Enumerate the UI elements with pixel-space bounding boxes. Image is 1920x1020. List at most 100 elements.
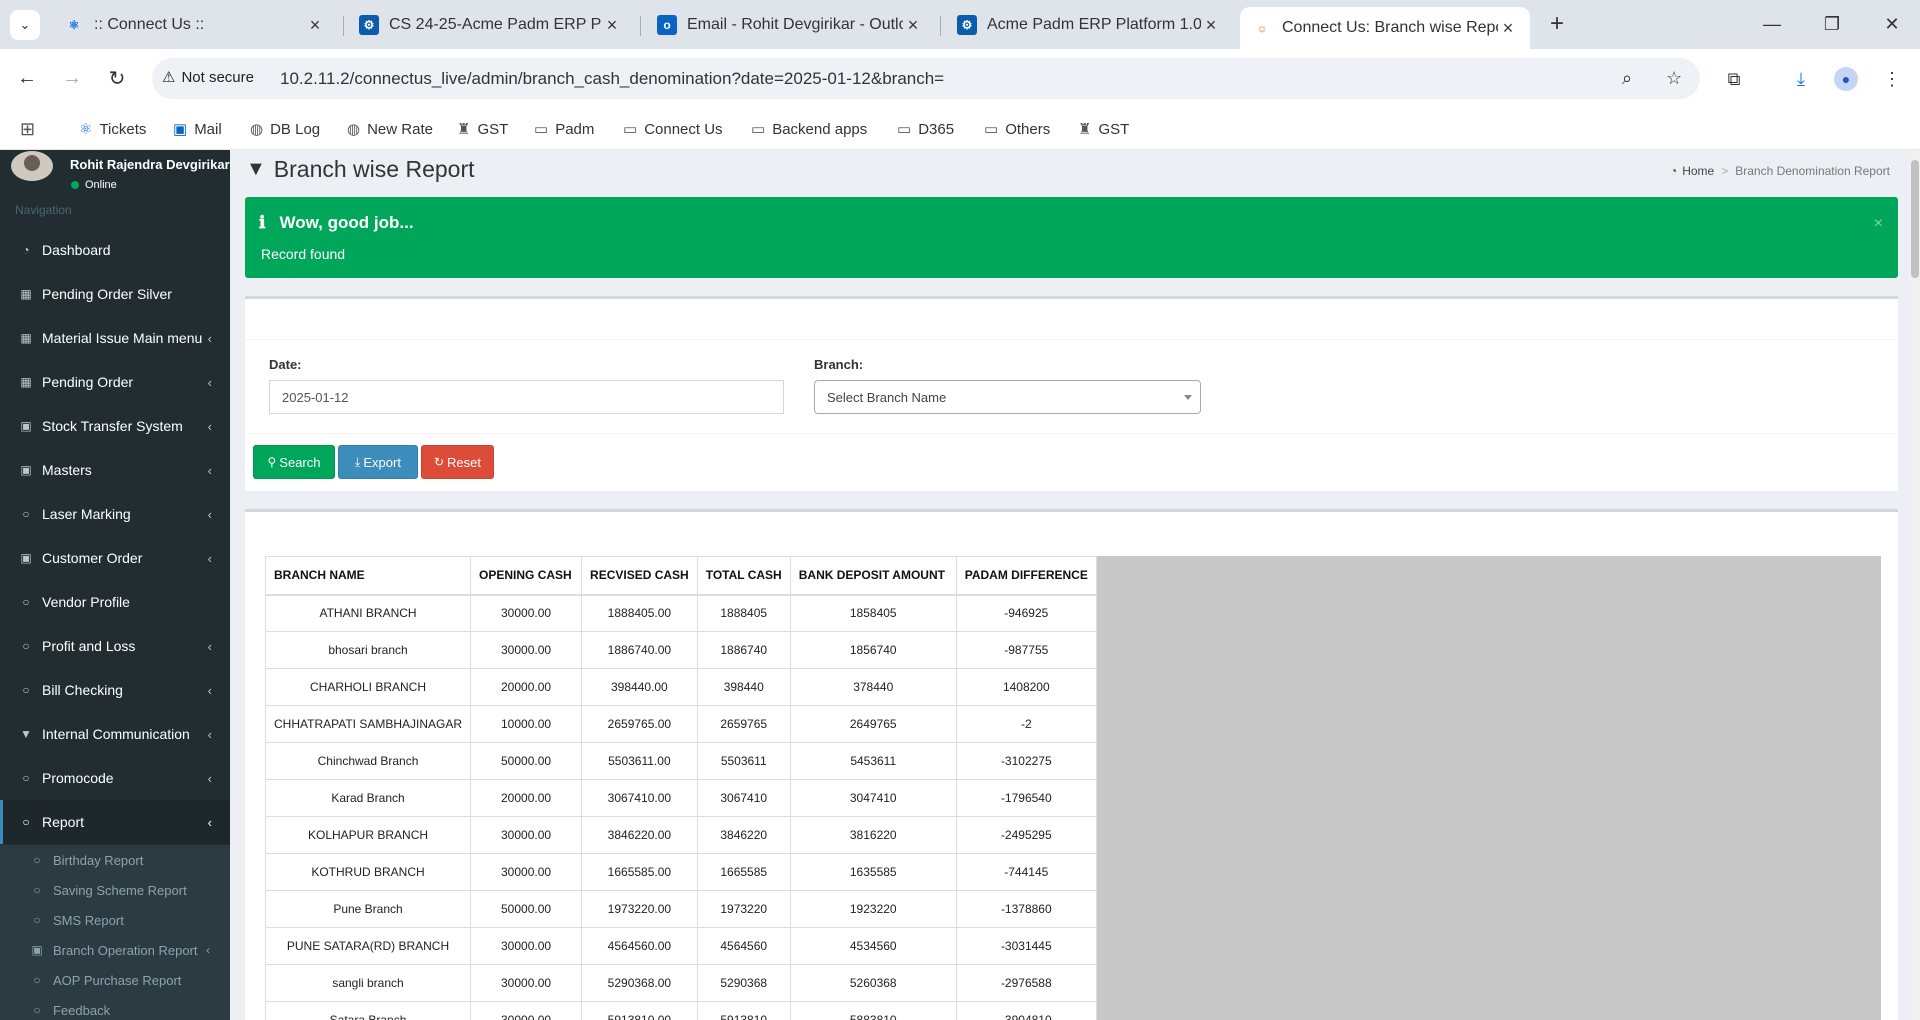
- browser-tab[interactable]: o Email - Rohit Devgirikar - Outlo ×: [645, 7, 935, 43]
- submenu-item-feedback[interactable]: ○ Feedback: [0, 995, 230, 1020]
- back-icon[interactable]: ←: [10, 61, 44, 95]
- bookmark-folder-others[interactable]: ▭ Others: [984, 116, 1050, 142]
- zoom-icon[interactable]: ⌕: [1622, 68, 1632, 89]
- download-icon[interactable]: ⤓: [1785, 63, 1817, 95]
- table-cell: 5913810: [696, 1001, 791, 1020]
- dashboard-icon: ◔: [1669, 164, 1678, 178]
- profile-icon[interactable]: ●: [1830, 63, 1862, 95]
- close-tab-icon[interactable]: ×: [602, 15, 622, 36]
- folder-icon: ▭: [623, 121, 638, 138]
- search-icon: ⚲: [267, 455, 277, 469]
- bookmark-mail[interactable]: ▣ Mail: [173, 116, 222, 142]
- close-tab-icon[interactable]: ×: [903, 15, 923, 36]
- browser-tab[interactable]: ⚙ Acme Padm ERP Platform 1.00 2 ×: [945, 7, 1233, 43]
- bookmark-folder-backend-apps[interactable]: ▭ Backend apps: [751, 116, 867, 142]
- submenu-item-birthday-report[interactable]: ○ Birthday Report: [0, 845, 230, 875]
- chevron-left-icon: ‹: [207, 330, 212, 346]
- browser-tab[interactable]: ⚛ :: Connect Us :: ×: [52, 7, 337, 43]
- info-icon: ℹ: [259, 213, 266, 232]
- sidebar-item-stock-transfer[interactable]: ▣ Stock Transfer System ‹: [0, 404, 230, 448]
- sidebar-item-masters[interactable]: ▣ Masters ‹: [0, 448, 230, 492]
- reset-button[interactable]: ↻ Reset: [421, 445, 494, 479]
- close-icon[interactable]: ×: [1874, 215, 1883, 233]
- dynamics-icon: ⚙: [359, 15, 379, 35]
- main-content: ▼ Branch wise Report ◔ Home > Branch Deno…: [230, 150, 1920, 1020]
- minimize-icon[interactable]: —: [1748, 8, 1796, 40]
- new-tab-icon[interactable]: +: [1543, 10, 1571, 38]
- sidebar-item-pending-order[interactable]: ▦ Pending Order ‹: [0, 360, 230, 404]
- bookmark-gst[interactable]: ♜ GST: [1078, 116, 1129, 142]
- menu-icon[interactable]: ⋮: [1876, 63, 1908, 95]
- bookmark-folder-padm[interactable]: ▭ Padm: [534, 116, 594, 142]
- report-submenu: ○ Birthday Report ○ Saving Scheme Report ○…: [0, 845, 230, 1020]
- bookmark-new-rate[interactable]: ◍ New Rate: [347, 116, 433, 142]
- sidebar-item-promocode[interactable]: ○ Promocode ‹: [0, 756, 230, 800]
- success-alert: ℹ Wow, good job... Record found ×: [245, 197, 1898, 278]
- circle-icon: ○: [22, 771, 30, 785]
- close-tab-icon[interactable]: ×: [1498, 18, 1518, 39]
- table-cell: CHARHOLI BRANCH: [264, 668, 472, 706]
- page-scrollbar[interactable]: [1910, 150, 1920, 1020]
- sidebar-item-internal-communication[interactable]: ▼ Internal Communication ‹: [0, 712, 230, 756]
- bookmark-folder-connect-us[interactable]: ▭ Connect Us: [623, 116, 723, 142]
- close-window-icon[interactable]: ✕: [1868, 8, 1916, 40]
- table-cell: ATHANI BRANCH: [264, 594, 472, 632]
- bookmark-db-log[interactable]: ◍ DB Log: [250, 116, 320, 142]
- sidebar-item-dashboard[interactable]: ◔ Dashboard: [0, 228, 230, 272]
- table-cell: 30000.00: [470, 927, 583, 965]
- branch-select[interactable]: Select Branch Name: [814, 380, 1201, 414]
- bookmark-tickets[interactable]: ⚛ Tickets: [79, 116, 146, 142]
- forward-icon[interactable]: →: [55, 61, 89, 95]
- restore-icon[interactable]: ❐: [1808, 8, 1856, 40]
- submenu-item-saving-scheme-report[interactable]: ○ Saving Scheme Report: [0, 875, 230, 905]
- table-cell: 2659765: [696, 705, 791, 743]
- folder-icon: ▭: [984, 121, 999, 138]
- table-cell: -744145: [955, 853, 1097, 891]
- sidebar-item-report[interactable]: ○ Report ‹: [0, 800, 230, 844]
- table-cell: Chinchwad Branch: [264, 742, 472, 780]
- browser-toolbar: ← → ↻ ⚠ Not secure 10.2.11.2/connectus_l…: [0, 49, 1920, 108]
- folder-icon: ▭: [897, 121, 912, 138]
- url-text[interactable]: 10.2.11.2/connectus_live/admin/branch_ca…: [280, 69, 944, 89]
- close-tab-icon[interactable]: ×: [305, 15, 325, 36]
- table-row: KOLHAPUR BRANCH 30000.00 3846220.00 3846220…: [264, 816, 1097, 854]
- bookmark-gst[interactable]: ♜ GST: [457, 116, 508, 142]
- sidebar-item-pending-order-silver[interactable]: ▦ Pending Order Silver: [0, 272, 230, 316]
- table-cell: 30000.00: [470, 631, 583, 669]
- globe-icon: ◍: [250, 121, 264, 138]
- browser-tab[interactable]: ⚙ CS 24-25-Acme Padm ERP Platf ×: [347, 7, 634, 43]
- sidebar-item-material-issue[interactable]: ▦ Material Issue Main menu ‹: [0, 316, 230, 360]
- extensions-icon[interactable]: ⧉: [1718, 63, 1750, 95]
- filter-box: Date: Branch: Select Branch Name ⚲Search…: [245, 296, 1898, 491]
- table-cell: -3102275: [955, 742, 1097, 780]
- sidebar-item-vendor-profile[interactable]: ○ Vendor Profile: [0, 580, 230, 624]
- close-tab-icon[interactable]: ×: [1201, 15, 1221, 36]
- security-indicator[interactable]: ⚠ Not secure: [162, 68, 254, 87]
- bookmark-folder-d365[interactable]: ▭ D365: [897, 116, 954, 142]
- date-input[interactable]: [269, 380, 784, 414]
- sidebar-item-laser-marking[interactable]: ○ Laser Marking ‹: [0, 492, 230, 536]
- page-scrollbar-thumb[interactable]: [1911, 160, 1919, 278]
- submenu-item-aop-purchase-report[interactable]: ○ AOP Purchase Report: [0, 965, 230, 995]
- submenu-item-sms-report[interactable]: ○ SMS Report: [0, 905, 230, 935]
- address-bar[interactable]: ⚠ Not secure 10.2.11.2/connectus_live/ad…: [152, 58, 1700, 99]
- breadcrumb-current: Branch Denomination Report: [1735, 164, 1890, 178]
- chevron-left-icon: ‹: [207, 418, 212, 434]
- table-cell: 5913810.00: [581, 1001, 698, 1020]
- chevron-left-icon: ‹: [207, 462, 212, 478]
- search-button[interactable]: ⚲ Search: [253, 445, 335, 479]
- bookmark-star-icon[interactable]: ☆: [1666, 68, 1682, 89]
- tab-search-dropdown-icon[interactable]: ⌄: [10, 10, 40, 40]
- table-icon: ▦: [20, 375, 32, 389]
- money-icon: ▣: [31, 943, 43, 957]
- sidebar-item-customer-order[interactable]: ▣ Customer Order ‹: [0, 536, 230, 580]
- sidebar-item-profit-and-loss[interactable]: ○ Profit and Loss ‹: [0, 624, 230, 668]
- breadcrumb-home[interactable]: Home: [1682, 164, 1714, 178]
- apps-icon[interactable]: ⊞: [20, 116, 42, 142]
- submenu-item-branch-operation-report[interactable]: ▣ Branch Operation Report ‹: [0, 935, 230, 965]
- browser-tab-active[interactable]: ☼ Connect Us: Branch wise Report ×: [1240, 7, 1530, 49]
- sidebar-item-bill-checking[interactable]: ○ Bill Checking ‹: [0, 668, 230, 712]
- table-cell: 5453611: [789, 742, 957, 780]
- reload-icon[interactable]: ↻: [100, 61, 134, 95]
- export-button[interactable]: ⤓ Export: [338, 445, 418, 479]
